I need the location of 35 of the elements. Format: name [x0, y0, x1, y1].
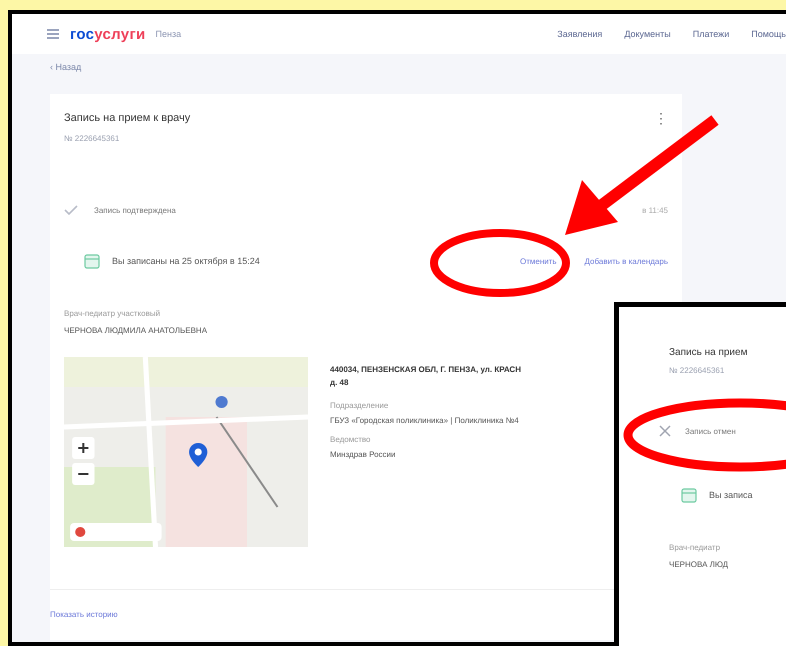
order-number: № 2226645361 — [669, 366, 726, 375]
appointment-text: Вы записаны на 25 октября в 15:24 — [112, 256, 260, 266]
action-link[interactable]: Отменить — [520, 256, 557, 266]
status-time: в 11:45 — [642, 206, 668, 214]
status-text: Запись отмен — [685, 426, 736, 436]
doctor-label: Врач-педиатр участковый — [64, 309, 162, 318]
detail-value: ГБУЗ «Городская поликлиника» | Поликлиника №4 — [330, 416, 520, 425]
calendar-icon — [84, 253, 100, 269]
status-text: Запись подтверждена — [94, 206, 176, 214]
detail-label: Подразделение — [330, 401, 390, 410]
doctor-label: Врач-педиатр — [669, 543, 722, 552]
nav-link[interactable]: Помощь — [751, 29, 786, 39]
cross-icon — [659, 425, 671, 437]
nav-link[interactable]: Документы — [624, 29, 671, 39]
history-link[interactable]: Показать историю — [50, 610, 118, 619]
action-link[interactable]: Добавить в календарь — [584, 256, 668, 266]
order-number: № 2226645361 — [64, 134, 120, 143]
back-link[interactable]: ‹ Назад — [50, 62, 786, 72]
region-link[interactable]: Пенза — [156, 29, 182, 39]
check-icon — [64, 205, 78, 215]
detail-value: Минздрав России — [330, 450, 396, 459]
doctor-name: ЧЕРНОВА ЛЮДМИЛА АНАТОЛЬЕВНА — [64, 326, 208, 335]
more-menu[interactable]: ⋮ — [654, 110, 668, 126]
appointment-text: Вы записа — [709, 490, 753, 500]
address-text: 440034, ПЕНЗЕНСКАЯ ОБЛ, Г. ПЕНЗА, ул. КРАСН — [330, 365, 521, 374]
card-title: Запись на прием — [669, 347, 748, 358]
address-text: д. 48 — [330, 378, 350, 387]
nav-link[interactable]: Платежи — [692, 29, 730, 39]
doctor-name: ЧЕРНОВА ЛЮД — [669, 560, 730, 569]
nav-link[interactable]: Заявления — [557, 29, 602, 39]
menu-icon[interactable] — [46, 28, 60, 40]
detail-label: Ведомство — [330, 435, 372, 444]
logo[interactable]: госуслуги — [70, 26, 146, 42]
calendar-icon — [681, 487, 697, 503]
card-title: Запись на прием к врачу — [64, 112, 190, 124]
